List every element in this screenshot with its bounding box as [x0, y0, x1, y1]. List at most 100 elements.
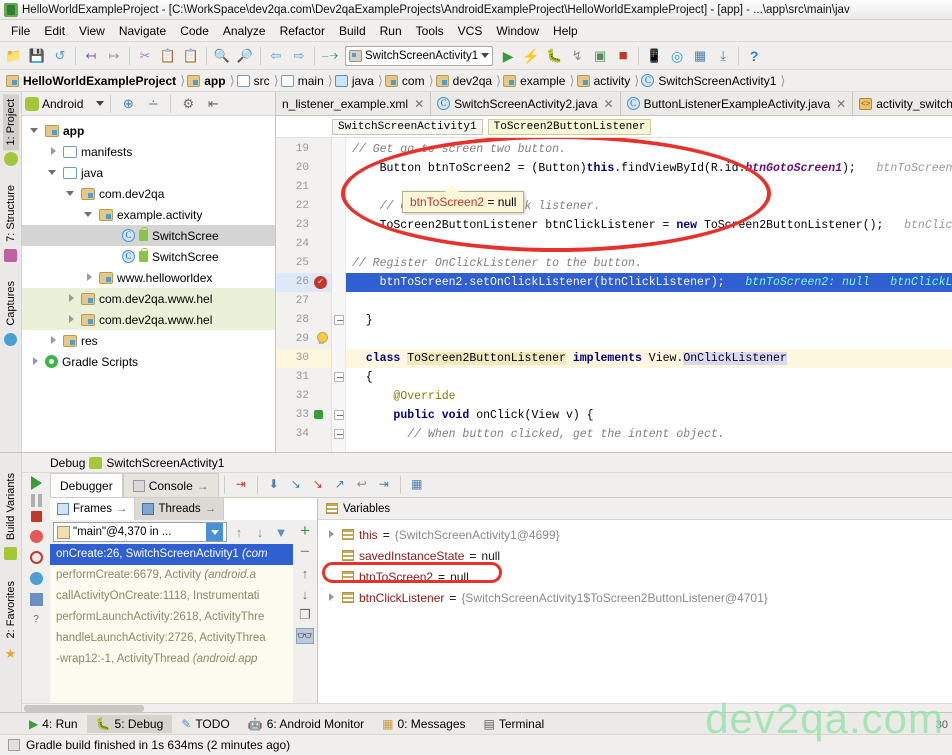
chevron-down-icon[interactable]	[30, 125, 41, 136]
variable-row-btntoscreen2[interactable]: btnToScreen2 = null	[318, 566, 952, 587]
structure-chip-inner-class[interactable]: ToScreen2ButtonListener	[487, 118, 652, 135]
chevron-right-icon[interactable]	[66, 314, 77, 325]
menu-item-analyze[interactable]: Analyze	[216, 22, 273, 40]
bottom-tab-run[interactable]: ▶ 4: Run	[20, 715, 87, 733]
sync-icon[interactable]: ↺	[49, 45, 71, 67]
chevron-right-icon[interactable]	[48, 335, 59, 346]
collapse-all-icon[interactable]: ∸	[142, 93, 164, 115]
breadcrumb-item-activity[interactable]: activity	[575, 74, 635, 88]
tool-window-build-variants[interactable]: Build Variants	[3, 468, 19, 545]
tree-item-example-activity[interactable]: example.activity	[22, 204, 275, 225]
tree-item-com-dev2qa-www-hel-2[interactable]: com.dev2qa.www.hel	[22, 309, 275, 330]
chevron-right-icon[interactable]	[48, 146, 59, 157]
breadcrumb-item-main[interactable]: main	[279, 74, 328, 88]
editor-tab-xml-listener-example[interactable]: n_listener_example.xml ✕	[276, 92, 432, 115]
close-icon[interactable]: ✕	[836, 97, 846, 111]
apply-changes-icon[interactable]: ⚡	[520, 45, 542, 67]
redo-icon[interactable]: ↦	[103, 45, 125, 67]
code-line-31[interactable]: {	[346, 368, 952, 387]
pause-program-button[interactable]	[30, 494, 42, 507]
run-to-cursor-icon[interactable]: ⇥	[373, 473, 395, 495]
search-icon[interactable]: 🔍	[211, 45, 233, 67]
bottom-tab-messages[interactable]: ▦ 0: Messages	[373, 715, 474, 733]
chevron-down-icon[interactable]	[66, 188, 77, 199]
evaluate-expression-icon[interactable]: ▦	[406, 473, 428, 495]
intention-bulb-icon[interactable]	[316, 332, 328, 345]
breadcrumb-item-com[interactable]: com	[383, 74, 429, 88]
horizontal-scrollbar[interactable]	[22, 703, 952, 712]
tree-item-gradle-scripts[interactable]: Gradle Scripts	[22, 351, 275, 372]
forward-icon[interactable]: ⇨	[288, 45, 310, 67]
menu-item-build[interactable]: Build	[332, 22, 373, 40]
chevron-down-icon[interactable]	[84, 209, 95, 220]
add-watch-button[interactable]: +	[296, 521, 314, 540]
breakpoint-icon[interactable]: ✓	[314, 276, 327, 289]
tree-item-res[interactable]: res	[22, 330, 275, 351]
breadcrumb-item-class[interactable]: C SwitchScreenActivity1	[639, 74, 780, 88]
tab-console[interactable]: Console →	[122, 473, 219, 497]
code-line-29[interactable]	[346, 330, 952, 349]
cut-icon[interactable]: ✂	[134, 45, 156, 67]
sync-gradle-icon[interactable]: ⤓	[712, 45, 734, 67]
code-line-30[interactable]: class ToScreen2ButtonListener implements…	[346, 349, 952, 368]
editor-tab-switchscreenactivity2[interactable]: C SwitchScreenActivity2.java ✕	[431, 92, 621, 115]
code-line-20[interactable]: Button btnToScreen2 = (Button)this.findV…	[346, 159, 952, 178]
tab-threads[interactable]: Threads →	[135, 498, 225, 520]
code-line-34[interactable]: // When button clicked, get the intent o…	[346, 425, 952, 444]
move-down-button[interactable]: ↓	[296, 586, 314, 602]
fold-minus-icon[interactable]	[334, 315, 344, 325]
stop-icon[interactable]: ■	[612, 45, 634, 67]
remove-watch-button[interactable]: −	[296, 542, 314, 561]
inspect-button[interactable]: 👓	[296, 628, 314, 644]
sort-descending-icon[interactable]: ↓	[251, 524, 269, 540]
tab-frames[interactable]: Frames →	[50, 498, 136, 520]
run-icon[interactable]: ▶	[497, 45, 519, 67]
stack-frame-row[interactable]: -wrap12:-1, ActivityThread (android.app	[50, 649, 293, 670]
replace-icon[interactable]: 🔎	[234, 45, 256, 67]
editor-tab-activity-switch-screen[interactable]: <> activity_switch_scre	[853, 92, 952, 115]
menu-item-tools[interactable]: Tools	[409, 22, 451, 40]
tree-item-app[interactable]: app	[22, 120, 275, 141]
sort-ascending-icon[interactable]: ↑	[230, 524, 248, 540]
tree-item-switchscreenactivity1[interactable]: C SwitchScree	[22, 225, 275, 246]
restore-layout-icon[interactable]	[29, 593, 43, 606]
move-up-button[interactable]: ↑	[296, 565, 314, 581]
menu-item-file[interactable]: File	[4, 22, 37, 40]
variable-row-btnclicklistener[interactable]: btnClickListener = {SwitchScreenActivity…	[318, 587, 952, 608]
menu-item-navigate[interactable]: Navigate	[112, 22, 173, 40]
chevron-right-icon[interactable]	[84, 272, 95, 283]
chevron-right-icon[interactable]	[326, 592, 337, 603]
code-line-19[interactable]: // Get go to screen two button.	[346, 140, 952, 159]
code-line-28[interactable]: }	[346, 311, 952, 330]
chevron-right-icon[interactable]	[66, 293, 77, 304]
run-to-cursor-icon[interactable]: ↯	[566, 45, 588, 67]
close-icon[interactable]: ✕	[414, 97, 424, 111]
code-line-33[interactable]: public void onClick(View v) {	[346, 406, 952, 425]
sdk-manager-icon[interactable]: ◎	[666, 45, 688, 67]
variables-list[interactable]: this = {SwitchScreenActivity1@4699} save…	[318, 520, 952, 703]
attach-debugger-icon[interactable]: ▣	[589, 45, 611, 67]
bottom-tab-android-monitor[interactable]: 🤖 6: Android Monitor	[239, 715, 373, 733]
code-editor[interactable]: 19 20 21 22 23 24 25 26 ✓ 27 28 29 30 31…	[276, 138, 952, 452]
menu-item-view[interactable]: View	[72, 22, 112, 40]
structure-chip-class[interactable]: SwitchScreenActivity1	[332, 118, 483, 135]
tab-debugger[interactable]: Debugger	[50, 473, 123, 497]
breadcrumb-item-example[interactable]: example	[501, 74, 569, 88]
stack-frames-list[interactable]: onCreate:26, SwitchScreenActivity1 (com …	[50, 544, 293, 703]
variable-row-this[interactable]: this = {SwitchScreenActivity1@4699}	[318, 524, 952, 545]
editor-tab-buttonlistenerexampleactivity[interactable]: C ButtonListenerExampleActivity.java ✕	[620, 92, 854, 115]
stop-button[interactable]	[30, 511, 42, 522]
copy-icon[interactable]: 📋	[157, 45, 179, 67]
step-out-icon[interactable]: ↗	[329, 473, 351, 495]
chevron-down-icon[interactable]	[206, 523, 223, 541]
scrollbar-thumb[interactable]	[24, 705, 144, 712]
tree-item-java[interactable]: java	[22, 162, 275, 183]
avd-manager-icon[interactable]: 📱	[643, 45, 665, 67]
close-icon[interactable]: ✕	[604, 97, 614, 111]
locate-icon[interactable]: ⊕	[117, 93, 139, 115]
resume-program-button[interactable]	[30, 476, 42, 490]
breadcrumb-item-dev2qa[interactable]: dev2qa	[434, 74, 496, 88]
code-line-27[interactable]	[346, 292, 952, 311]
fold-minus-icon[interactable]	[334, 410, 344, 420]
paste-icon[interactable]: 📋	[180, 45, 202, 67]
